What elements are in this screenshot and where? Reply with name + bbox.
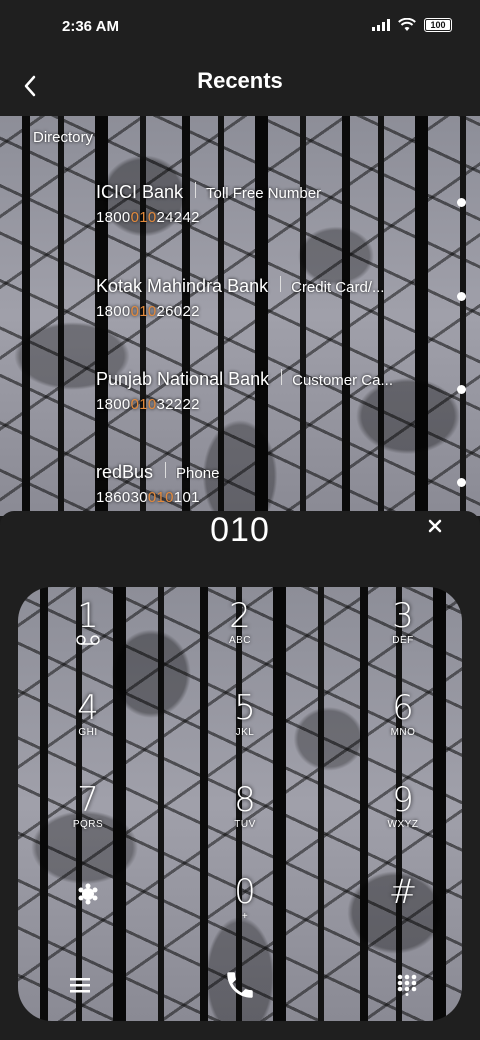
signal-icon bbox=[372, 19, 390, 31]
key-letters: GHI bbox=[78, 727, 98, 738]
contact-name: redBus bbox=[96, 462, 154, 482]
key-digit: 5 bbox=[234, 688, 256, 728]
call-button[interactable] bbox=[216, 961, 264, 1009]
keypad: 1 2 ABC 3 DEF 4 GHI 5 JKL 6 MNO 7 PQRS 8… bbox=[18, 587, 462, 1021]
dial-input[interactable]: 010 bbox=[0, 511, 480, 551]
contact-name: Kotak Mahindra Bank bbox=[96, 276, 269, 296]
directory-list: Directory ICICI Bank Toll Free Number 18… bbox=[0, 116, 480, 516]
asterisk-icon bbox=[78, 883, 98, 905]
status-time: 2:36 AM bbox=[62, 18, 119, 35]
key-6[interactable]: 6 MNO bbox=[343, 689, 462, 769]
key-digit: 8 bbox=[234, 780, 256, 820]
divider bbox=[280, 276, 282, 292]
key-letters: DEF bbox=[392, 635, 414, 646]
key-letters: JKL bbox=[235, 727, 255, 738]
key-star[interactable] bbox=[28, 873, 148, 953]
key-letters: WXYZ bbox=[387, 819, 419, 830]
voicemail-icon bbox=[76, 635, 100, 645]
battery-level: 100 bbox=[430, 20, 446, 30]
key-digit: 2 bbox=[229, 596, 251, 636]
key-letters: TUV bbox=[234, 819, 256, 830]
status-icons: 100 bbox=[372, 18, 452, 32]
key-4[interactable]: 4 GHI bbox=[28, 689, 148, 769]
keypad-toggle-button[interactable] bbox=[383, 961, 431, 1009]
key-letters: + bbox=[241, 911, 249, 922]
key-digit: 7 bbox=[77, 780, 99, 820]
list-item[interactable]: ICICI Bank Toll Free Number 180001024242 bbox=[96, 182, 466, 242]
key-digit: 1 bbox=[77, 596, 99, 636]
key-letters: ABC bbox=[228, 635, 252, 646]
divider bbox=[165, 462, 167, 478]
battery-icon: 100 bbox=[424, 18, 452, 32]
key-2[interactable]: 2 ABC bbox=[180, 597, 300, 677]
key-digit: 9 bbox=[392, 780, 414, 820]
list-item[interactable]: Punjab National Bank Customer Ca... 1800… bbox=[96, 369, 466, 429]
contact-name: Punjab National Bank bbox=[96, 369, 270, 389]
key-letters: MNO bbox=[390, 727, 416, 738]
key-1[interactable]: 1 bbox=[28, 597, 148, 677]
key-digit: 6 bbox=[392, 688, 414, 728]
list-item[interactable]: redBus Phone 186030010101 bbox=[96, 462, 466, 516]
keypad-icon bbox=[397, 974, 417, 996]
key-9[interactable]: 9 WXYZ bbox=[343, 781, 462, 861]
key-digit: # bbox=[388, 872, 418, 912]
key-digit: 3 bbox=[392, 596, 414, 636]
phone-number: 186030010101 bbox=[96, 489, 200, 506]
key-letters: PQRS bbox=[72, 819, 104, 830]
contact-tag: Credit Card/... bbox=[291, 279, 385, 296]
key-digit: 0 bbox=[234, 872, 256, 912]
list-item[interactable]: Kotak Mahindra Bank Credit Card/... 1800… bbox=[96, 276, 466, 336]
divider bbox=[281, 369, 283, 385]
phone-number: 180001026022 bbox=[96, 303, 200, 320]
phone-icon bbox=[227, 972, 253, 998]
wifi-icon bbox=[398, 18, 416, 31]
clear-button[interactable] bbox=[428, 517, 442, 538]
key-3[interactable]: 3 DEF bbox=[343, 597, 462, 677]
more-dot[interactable] bbox=[457, 198, 466, 207]
close-icon bbox=[428, 519, 442, 533]
key-8[interactable]: 8 TUV bbox=[185, 781, 305, 861]
key-0[interactable]: 0 + bbox=[185, 873, 305, 953]
key-7[interactable]: 7 PQRS bbox=[28, 781, 148, 861]
more-dot[interactable] bbox=[457, 478, 466, 487]
contact-tag: Phone bbox=[176, 465, 220, 482]
status-bar: 2:36 AM 100 bbox=[0, 0, 480, 56]
key-5[interactable]: 5 JKL bbox=[185, 689, 305, 769]
contact-name: ICICI Bank bbox=[96, 182, 184, 202]
divider bbox=[195, 182, 197, 198]
more-dot[interactable] bbox=[457, 292, 466, 301]
key-digit: 4 bbox=[77, 688, 99, 728]
dial-panel: 010 1 2 ABC 3 DEF 4 GHI 5 JKL 6 MNO 7 PQ… bbox=[0, 511, 480, 1040]
phone-number: 180001024242 bbox=[96, 209, 200, 226]
more-dot[interactable] bbox=[457, 385, 466, 394]
contact-tag: Toll Free Number bbox=[206, 185, 322, 202]
menu-icon bbox=[70, 978, 90, 993]
menu-button[interactable] bbox=[56, 961, 104, 1009]
phone-number: 180001032222 bbox=[96, 396, 200, 413]
directory-label: Directory bbox=[33, 129, 94, 146]
header: Recents bbox=[0, 56, 480, 116]
page-title: Recents bbox=[197, 68, 283, 93]
key-hash[interactable]: # bbox=[343, 873, 462, 953]
contact-tag: Customer Ca... bbox=[292, 372, 393, 389]
